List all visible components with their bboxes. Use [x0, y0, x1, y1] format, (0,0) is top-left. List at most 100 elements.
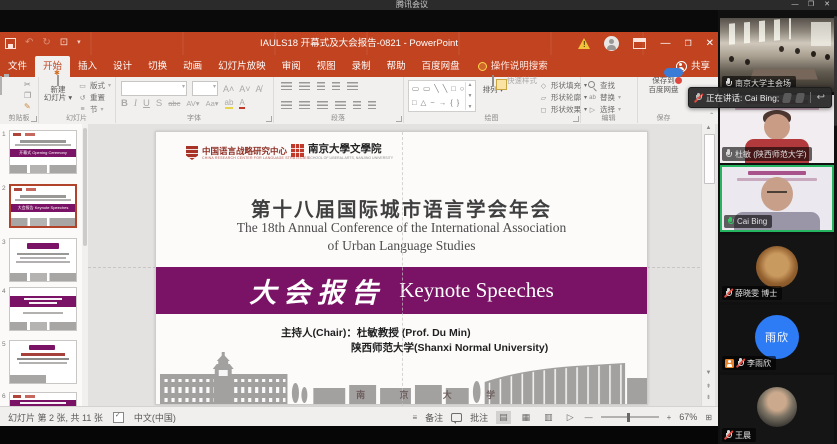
slide-thumbnail-5[interactable]: [9, 340, 77, 384]
next-slide-icon[interactable]: ⇟: [702, 394, 715, 401]
fit-to-window-icon[interactable]: ⊞: [705, 413, 712, 422]
slide-thumbnail-3[interactable]: [9, 238, 77, 282]
participant-tile-xue[interactable]: 薛晓雯 博士: [720, 235, 834, 302]
zoom-slider-thumb[interactable]: [627, 413, 630, 422]
font-size-box[interactable]: [192, 81, 218, 96]
start-slideshow-icon[interactable]: ⊡: [60, 36, 68, 50]
tab-animations[interactable]: 动画: [175, 56, 210, 77]
spell-check-icon[interactable]: [113, 412, 124, 423]
align-center-icon[interactable]: [299, 101, 310, 110]
bullets-icon[interactable]: [281, 82, 292, 91]
warning-icon[interactable]: !: [578, 38, 590, 49]
language-indicator[interactable]: 中文(中国): [134, 411, 176, 424]
slide-editing-area[interactable]: 中国语言战略研究中心 CHINA RESEARCH CENTER FOR LAN…: [155, 131, 648, 405]
decrease-indent-icon[interactable]: [317, 82, 325, 91]
meeting-maximize-button[interactable]: ❐: [803, 0, 819, 10]
reset-button[interactable]: ↺重置: [78, 92, 111, 103]
layout-button[interactable]: ▭版式▾: [78, 80, 111, 91]
cut-icon[interactable]: ✂: [24, 80, 31, 89]
zoom-slider[interactable]: [601, 416, 659, 418]
tab-transitions[interactable]: 切换: [140, 56, 175, 77]
quick-styles-button[interactable]: 快速样式: [505, 77, 539, 86]
collapse-ribbon-icon[interactable]: ˆ: [710, 112, 713, 121]
underline-button[interactable]: U: [143, 98, 150, 109]
scroll-up-icon[interactable]: ▲: [702, 125, 715, 131]
scrollbar-thumb[interactable]: [704, 134, 715, 184]
tab-review[interactable]: 审阅: [274, 56, 309, 77]
find-button[interactable]: 查找: [588, 80, 621, 91]
strikethrough-button[interactable]: abc: [168, 99, 180, 108]
notes-button[interactable]: 备注: [425, 411, 443, 424]
account-avatar[interactable]: [604, 36, 619, 51]
slide-sorter-view-button[interactable]: ▦: [519, 411, 534, 424]
reply-arrow-icon[interactable]: ↩: [817, 93, 825, 103]
text-shadow-button[interactable]: S: [156, 98, 162, 109]
clear-format-icon[interactable]: A̸: [256, 84, 262, 94]
paragraph-dialog-launcher[interactable]: [396, 116, 402, 122]
columns-icon[interactable]: [353, 101, 361, 110]
new-slide-button[interactable]: 新建 幻灯片 ▾: [42, 77, 74, 103]
highlight-color-button[interactable]: ab: [225, 98, 234, 109]
speaking-notification[interactable]: 正在讲话: Cai Bing; ↩: [688, 87, 832, 108]
slide-thumbnail-6[interactable]: [9, 392, 77, 406]
grow-font-icon[interactable]: A˄: [223, 84, 234, 94]
tab-insert[interactable]: 插入: [70, 56, 105, 77]
text-direction-icon[interactable]: [368, 101, 376, 110]
participant-tile-yuxin[interactable]: 雨欣 李雨欣: [720, 305, 834, 372]
align-right-icon[interactable]: [317, 101, 328, 110]
font-name-box[interactable]: [121, 81, 187, 96]
save-icon[interactable]: [5, 38, 16, 49]
numbering-icon[interactable]: [299, 82, 310, 91]
font-color-button[interactable]: A: [239, 98, 244, 109]
reading-view-button[interactable]: ▥: [541, 411, 556, 424]
replace-button[interactable]: ab替换▾: [588, 92, 621, 103]
align-left-icon[interactable]: [281, 101, 292, 110]
tab-slideshow[interactable]: 幻灯片放映: [210, 56, 274, 77]
qat-customize-icon[interactable]: ▾: [77, 36, 81, 50]
ppt-close-button[interactable]: ✕: [706, 32, 714, 55]
change-case-button[interactable]: Aa▾: [206, 99, 219, 108]
tab-help[interactable]: 帮助: [379, 56, 414, 77]
bold-button[interactable]: B: [121, 98, 128, 109]
undo-icon[interactable]: ↶: [25, 36, 33, 50]
zoom-in-button[interactable]: +: [667, 413, 672, 422]
tell-me-search[interactable]: 操作说明搜索: [478, 56, 548, 77]
previous-slide-icon[interactable]: ⇞: [702, 383, 715, 390]
redo-icon[interactable]: ↻: [42, 36, 50, 50]
format-painter-icon[interactable]: ✎: [24, 102, 31, 111]
slide-thumbnail-2-selected[interactable]: 大会报告 Keynote Speeches: [9, 184, 77, 228]
tab-baidu-netdisk[interactable]: 百度网盘: [414, 56, 468, 77]
tab-design[interactable]: 设计: [105, 56, 140, 77]
ppt-restore-button[interactable]: ❐: [684, 32, 691, 55]
shapes-gallery-scroll[interactable]: ▲▼▼: [465, 82, 474, 110]
scroll-down-icon[interactable]: ▼: [702, 370, 715, 376]
comments-button[interactable]: 批注: [470, 411, 488, 424]
justify-icon[interactable]: [335, 101, 346, 110]
tab-record[interactable]: 录制: [344, 56, 379, 77]
meeting-minimize-button[interactable]: —: [787, 0, 803, 10]
ribbon-display-options-icon[interactable]: [633, 38, 646, 49]
slideshow-view-button[interactable]: ▷: [564, 411, 577, 424]
participant-tile-room[interactable]: 南京大学主会场: [720, 18, 834, 92]
save-to-baidu-button[interactable]: 保存到 百度网盘: [642, 77, 685, 94]
participant-tile-wangchen[interactable]: 王晨: [720, 375, 834, 444]
meeting-close-button[interactable]: ✕: [819, 0, 835, 10]
participant-tile-caibing[interactable]: Cai Bing: [720, 165, 834, 232]
slide-thumbnail-4[interactable]: [9, 287, 77, 331]
paste-icon[interactable]: [0, 76, 2, 95]
clipboard-dialog-launcher[interactable]: [31, 116, 37, 122]
zoom-out-button[interactable]: —: [585, 413, 593, 422]
copy-icon[interactable]: ❐: [24, 91, 31, 100]
normal-view-button[interactable]: ▤: [496, 411, 511, 424]
line-spacing-icon[interactable]: [347, 82, 358, 91]
shapes-gallery[interactable]: ▭▭╲╲□○ □△~→{} ▲▼▼: [408, 80, 476, 112]
zoom-level[interactable]: 67%: [679, 412, 697, 422]
tab-view[interactable]: 视图: [309, 56, 344, 77]
char-spacing-button[interactable]: AV▾: [186, 99, 199, 108]
tab-home[interactable]: 开始: [35, 56, 70, 77]
font-dialog-launcher[interactable]: [266, 116, 272, 122]
shrink-font-icon[interactable]: A˅: [239, 84, 250, 94]
slide-thumbnail-1[interactable]: 开幕式 Opening Ceremony: [9, 130, 77, 174]
canvas-scrollbar[interactable]: ▲ ▼ ⇞ ⇟: [701, 124, 715, 406]
italic-button[interactable]: I: [134, 99, 137, 109]
